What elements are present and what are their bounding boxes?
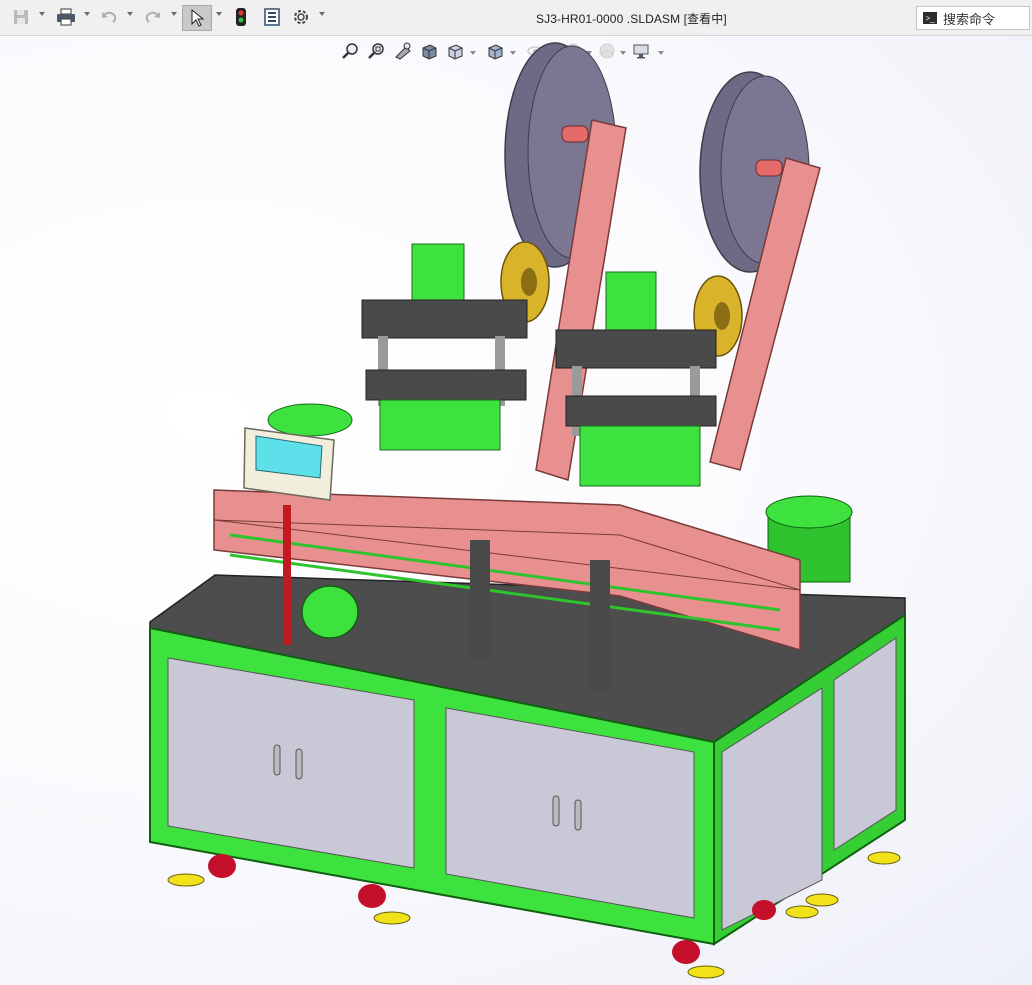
- printer-icon[interactable]: [54, 5, 78, 29]
- print-dropdown[interactable]: [84, 12, 90, 16]
- tape-reels: [504, 42, 810, 273]
- undo-icon[interactable]: [98, 5, 120, 29]
- motor: [301, 585, 359, 639]
- redo-dropdown[interactable]: [171, 12, 177, 16]
- redo-icon[interactable]: [142, 5, 164, 29]
- title-bar: SJ3-HR01-0000 .SLDASM [查看中] >_ 搜索命令: [0, 0, 1032, 36]
- document-title: SJ3-HR01-0000 .SLDASM [查看中]: [536, 12, 727, 26]
- undo-dropdown[interactable]: [127, 12, 133, 16]
- select-dropdown[interactable]: [216, 12, 222, 16]
- options-dropdown[interactable]: [319, 12, 325, 16]
- search-commands-box[interactable]: >_ 搜索命令: [916, 6, 1030, 30]
- properties-icon[interactable]: [261, 5, 283, 29]
- assembly-model[interactable]: [0, 36, 1032, 985]
- gear-icon[interactable]: [290, 5, 312, 29]
- feeder-bowl-left: [267, 403, 353, 437]
- save-icon[interactable]: [10, 5, 32, 29]
- pointer-icon[interactable]: [182, 5, 212, 31]
- traffic-light-icon[interactable]: [231, 5, 251, 29]
- search-placeholder: 搜索命令: [943, 11, 996, 27]
- save-dropdown[interactable]: [39, 12, 45, 16]
- command-prompt-icon: >_: [923, 12, 937, 24]
